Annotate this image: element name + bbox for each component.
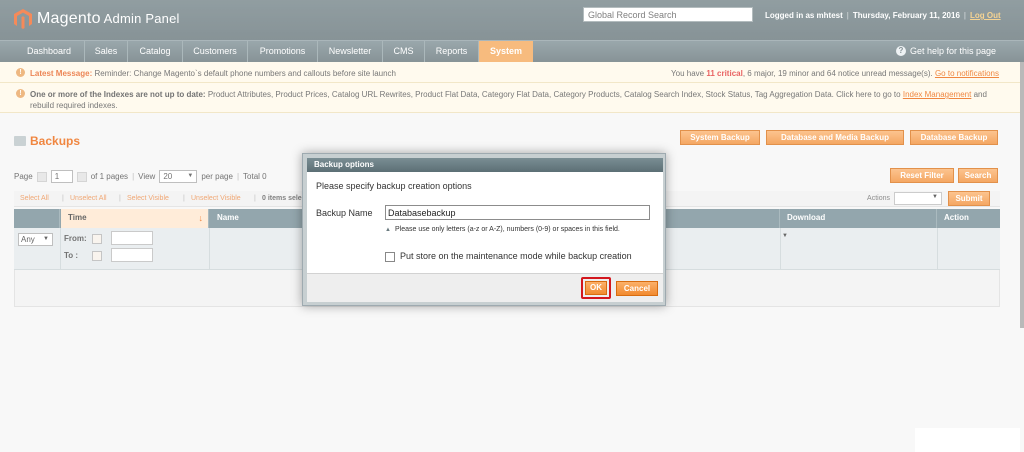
dialog-description: Please specify backup creation options (316, 181, 472, 191)
hint-arrow-icon: ▲ (385, 227, 391, 233)
backup-options-dialog: Backup options Please specify backup cre… (302, 153, 666, 306)
maintenance-mode-label[interactable]: Put store on the maintenance mode while … (400, 251, 632, 261)
maintenance-mode-checkbox[interactable] (385, 252, 395, 262)
page: Magento Admin Panel Global Record Search … (0, 0, 1024, 452)
hint-text: Please use only letters (a-z or A-Z), nu… (395, 226, 620, 233)
ok-button-highlight: OK (581, 277, 611, 299)
scrollbar[interactable] (1020, 62, 1024, 328)
corner-area (915, 428, 1020, 452)
cancel-button[interactable]: Cancel (616, 281, 658, 296)
backup-name-label: Backup Name (316, 208, 373, 218)
backup-name-input[interactable] (385, 205, 650, 220)
ok-button[interactable]: OK (585, 281, 607, 295)
dialog-footer: OK Cancel (307, 273, 663, 302)
dialog-title: Backup options (307, 158, 663, 172)
dialog-body: Please specify backup creation options B… (307, 172, 663, 273)
backup-name-hint: ▲ Please use only letters (a-z or A-Z), … (385, 224, 650, 236)
